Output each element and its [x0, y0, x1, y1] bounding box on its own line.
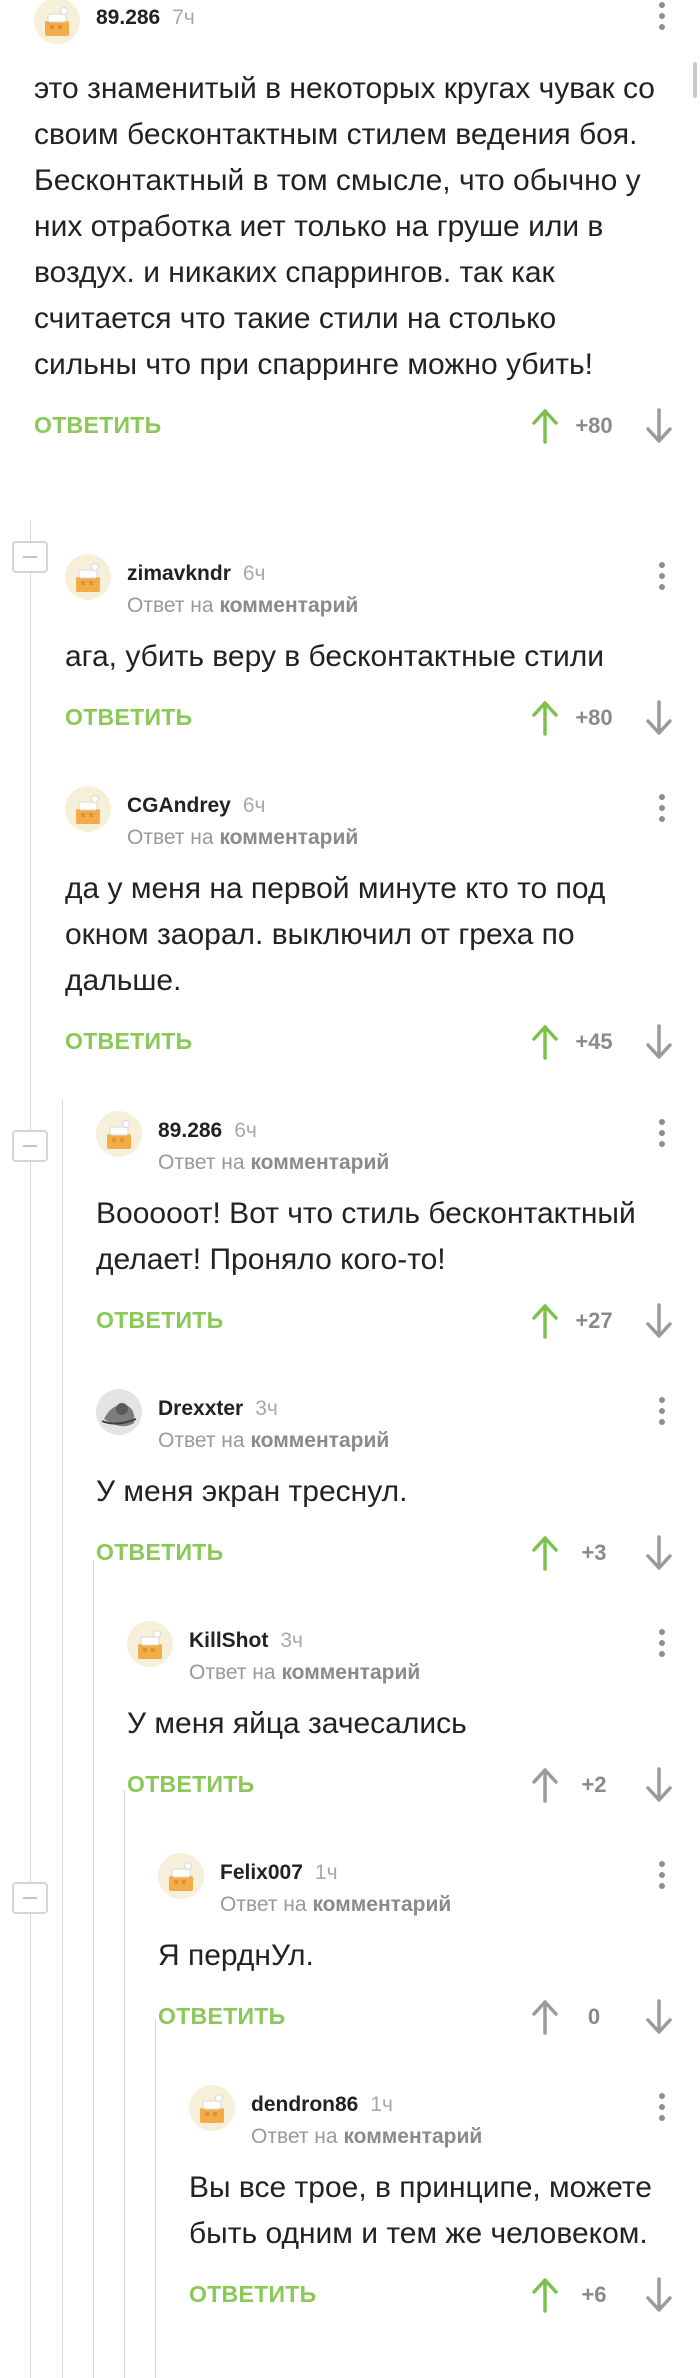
- more-options-icon[interactable]: [654, 1861, 670, 1897]
- thread-line: [155, 2020, 156, 2378]
- comment-rating: +6: [581, 2282, 607, 2307]
- reply-button[interactable]: ОТВЕТИТЬ: [65, 704, 192, 731]
- upvote-arrow-icon[interactable]: [530, 1535, 560, 1571]
- comment: Drexxter 3ч Ответ на комментарий У меня э…: [96, 1383, 700, 1589]
- reply-to-link[interactable]: Ответ на комментарий: [127, 594, 358, 618]
- downvote-arrow-icon[interactable]: [644, 1303, 674, 1339]
- thread-line: [93, 1560, 94, 2378]
- reply-button[interactable]: ОТВЕТИТЬ: [96, 1307, 223, 1334]
- reply-button[interactable]: ОТВЕТИТЬ: [65, 1028, 192, 1055]
- comment-rating: +3: [581, 1540, 607, 1565]
- comment-time: 6ч: [242, 562, 266, 585]
- comment-time: 7ч: [172, 6, 195, 29]
- thread-line: [124, 1790, 125, 2378]
- more-options-icon[interactable]: [654, 1629, 670, 1665]
- comment-text: У меня экран треснул.: [96, 1475, 408, 1508]
- more-options-icon[interactable]: [654, 794, 670, 830]
- downvote-arrow-icon[interactable]: [644, 1767, 674, 1803]
- comment-time: 6ч: [242, 794, 266, 817]
- upvote-arrow-icon[interactable]: [530, 700, 560, 736]
- reply-to-link[interactable]: Ответ на комментарий: [158, 1151, 389, 1175]
- thread-line: [62, 1100, 63, 2378]
- comment: CGAndrey 6ч Ответ на комментарий да у мен…: [65, 780, 700, 1078]
- comment-rating: +80: [575, 705, 613, 730]
- comment-rating: +80: [575, 413, 613, 438]
- username[interactable]: CGAndrey 6ч: [127, 794, 265, 818]
- comment-rating: +27: [575, 1308, 613, 1333]
- reply-to-link[interactable]: Ответ на комментарий: [220, 1893, 451, 1917]
- comment-text: Я перднУл.: [158, 1939, 314, 1972]
- comment: KillShot 3ч Ответ на комментарий У меня я…: [127, 1615, 700, 1821]
- default-avatar-icon[interactable]: [34, 0, 80, 44]
- comment-time: 3ч: [255, 1397, 278, 1420]
- comment-time: 6ч: [234, 1119, 257, 1142]
- upvote-arrow-icon[interactable]: [530, 1999, 560, 2035]
- reply-to-link[interactable]: Ответ на комментарий: [158, 1429, 389, 1453]
- username[interactable]: Felix007 1ч: [220, 1861, 338, 1885]
- reply-to-link[interactable]: Ответ на комментарий: [189, 1661, 420, 1685]
- collapse-thread-button[interactable]: [12, 1882, 48, 1914]
- comment: 89.286 7ч это знаменитый в некоторых круг…: [34, 0, 700, 462]
- upvote-arrow-icon[interactable]: [530, 1303, 560, 1339]
- reply-to-link[interactable]: Ответ на комментарий: [127, 826, 358, 850]
- downvote-arrow-icon[interactable]: [644, 408, 674, 444]
- default-avatar-icon[interactable]: [96, 1111, 142, 1157]
- default-avatar-icon[interactable]: [189, 2085, 235, 2131]
- upvote-arrow-icon[interactable]: [530, 408, 560, 444]
- username[interactable]: dendron86 1ч: [251, 2093, 393, 2117]
- comment-time: 1ч: [314, 1861, 338, 1884]
- username[interactable]: 89.286 7ч: [96, 6, 195, 30]
- upvote-arrow-icon[interactable]: [530, 1767, 560, 1803]
- upvote-arrow-icon[interactable]: [530, 1024, 560, 1060]
- username[interactable]: zimavkndr 6ч: [127, 562, 266, 586]
- reply-button[interactable]: ОТВЕТИТЬ: [158, 2003, 285, 2030]
- reply-button[interactable]: ОТВЕТИТЬ: [34, 412, 161, 439]
- more-options-icon[interactable]: [654, 2, 670, 38]
- more-options-icon[interactable]: [654, 562, 670, 598]
- collapse-thread-button[interactable]: [12, 1130, 48, 1162]
- reply-button[interactable]: ОТВЕТИТЬ: [189, 2281, 316, 2308]
- downvote-arrow-icon[interactable]: [644, 1024, 674, 1060]
- comment-time: 1ч: [370, 2093, 393, 2116]
- comment-text: У меня яйца зачесались: [127, 1707, 467, 1740]
- more-options-icon[interactable]: [654, 1119, 670, 1155]
- collapse-thread-button[interactable]: [12, 541, 48, 573]
- comment-text: Вооооот! Вот что стиль бесконтактный дел…: [96, 1197, 636, 1276]
- more-options-icon[interactable]: [654, 2093, 670, 2129]
- downvote-arrow-icon[interactable]: [644, 1535, 674, 1571]
- comment: zimavkndr 6ч Ответ на комментарий ага, уб…: [65, 548, 700, 754]
- downvote-arrow-icon[interactable]: [644, 1999, 674, 2035]
- reply-to-link[interactable]: Ответ на комментарий: [251, 2125, 482, 2149]
- default-avatar-icon[interactable]: [158, 1853, 204, 1899]
- reply-button[interactable]: ОТВЕТИТЬ: [96, 1539, 223, 1566]
- comment-text: Вы все трое, в принципе, можете быть одн…: [189, 2171, 652, 2250]
- username[interactable]: KillShot 3ч: [189, 1629, 303, 1653]
- username[interactable]: 89.286 6ч: [158, 1119, 257, 1143]
- comment: dendron86 1ч Ответ на комментарий Вы все …: [189, 2079, 700, 2331]
- comment: Felix007 1ч Ответ на комментарий Я перднУ…: [158, 1847, 700, 2053]
- comment-rating: +45: [575, 1029, 613, 1054]
- username[interactable]: Drexxter 3ч: [158, 1397, 278, 1421]
- comment-text: это знаменитый в некоторых кругах чувак …: [34, 72, 655, 381]
- upvote-arrow-icon[interactable]: [530, 2277, 560, 2313]
- comment-text: ага, убить веру в бесконтактные стили: [65, 640, 604, 673]
- photo-avatar-icon[interactable]: [96, 1389, 142, 1435]
- default-avatar-icon[interactable]: [65, 554, 111, 600]
- default-avatar-icon[interactable]: [65, 786, 111, 832]
- downvote-arrow-icon[interactable]: [644, 700, 674, 736]
- comment-time: 3ч: [280, 1629, 303, 1652]
- comment: 89.286 6ч Ответ на комментарий Вооооот! В…: [96, 1105, 700, 1357]
- comment-rating: 0: [587, 2004, 601, 2029]
- default-avatar-icon[interactable]: [127, 1621, 173, 1667]
- more-options-icon[interactable]: [654, 1397, 670, 1433]
- comment-text: да у меня на первой минуте кто то под ок…: [65, 872, 606, 997]
- downvote-arrow-icon[interactable]: [644, 2277, 674, 2313]
- thread-line: [30, 520, 31, 2378]
- reply-button[interactable]: ОТВЕТИТЬ: [127, 1771, 254, 1798]
- comment-rating: +2: [581, 1772, 607, 1797]
